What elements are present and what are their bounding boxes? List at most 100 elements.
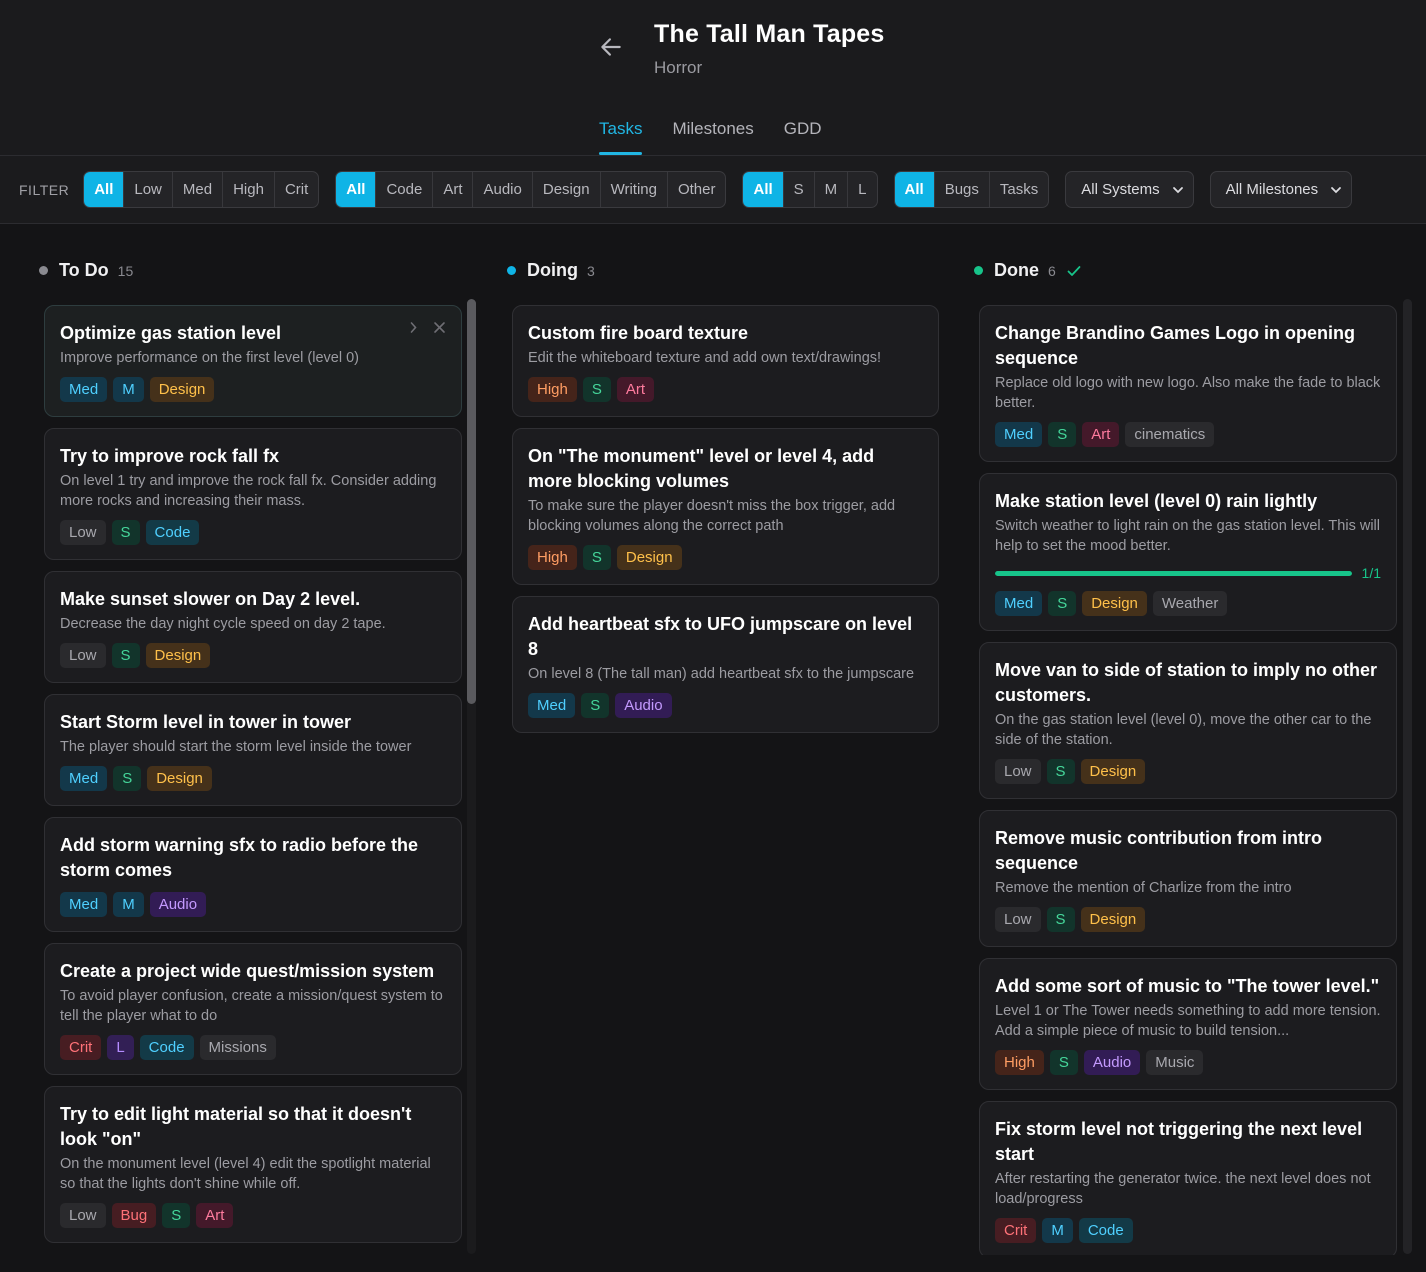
size-tag: S bbox=[162, 1203, 191, 1228]
discipline-code[interactable]: Code bbox=[375, 172, 432, 207]
task-card[interactable]: Try to edit light material so that it do… bbox=[44, 1086, 462, 1243]
header: The Tall Man Tapes Horror Tasks Mileston… bbox=[0, 0, 1426, 155]
discipline-tag: Audio bbox=[1083, 1050, 1141, 1075]
task-card[interactable]: Start Storm level in tower in tower The p… bbox=[44, 694, 462, 806]
delete-card-button[interactable] bbox=[433, 321, 446, 334]
priority-crit[interactable]: Crit bbox=[273, 172, 318, 207]
task-title: Add storm warning sfx to radio before th… bbox=[60, 835, 419, 880]
column-doing: Custom fire board texture Edit the whiteb… bbox=[512, 305, 939, 1255]
task-card[interactable]: Change Brandino Games Logo in opening se… bbox=[979, 305, 1397, 462]
size-s[interactable]: S bbox=[782, 172, 814, 207]
check-icon bbox=[1067, 265, 1081, 276]
task-card[interactable]: Try to improve rock fall fx On level 1 tr… bbox=[44, 428, 462, 560]
task-title: Optimize gas station level bbox=[60, 323, 282, 343]
tab-tasks[interactable]: Tasks bbox=[599, 119, 643, 155]
progress-bar bbox=[995, 570, 1352, 576]
size-tag: S bbox=[113, 766, 142, 791]
label-tag: cinematics bbox=[1125, 422, 1215, 447]
chevron-down-icon bbox=[1331, 186, 1342, 193]
task-description: Decrease the day night cycle speed on da… bbox=[60, 616, 386, 632]
discipline-writing[interactable]: Writing bbox=[599, 172, 667, 207]
task-card[interactable]: Optimize gas station level Improve perfor… bbox=[44, 305, 462, 417]
tab-gdd[interactable]: GDD bbox=[784, 119, 822, 153]
priority-tag: Low bbox=[995, 907, 1041, 932]
discipline-tag: Art bbox=[1082, 422, 1120, 447]
discipline-art[interactable]: Art bbox=[432, 172, 472, 207]
column-header-done: Done 6 bbox=[974, 260, 1082, 281]
task-card[interactable]: Fix storm level not triggering the next … bbox=[979, 1101, 1397, 1255]
task-card[interactable]: Add storm warning sfx to radio before th… bbox=[44, 817, 462, 932]
task-description: Replace old logo with new logo. Also mak… bbox=[995, 375, 1381, 411]
priority-all[interactable]: All bbox=[84, 172, 124, 207]
priority-tag: Med bbox=[995, 422, 1043, 447]
task-card[interactable]: Move van to side of station to imply no … bbox=[979, 642, 1397, 799]
discipline-other[interactable]: Other bbox=[666, 172, 726, 207]
scrollbar-thumb[interactable] bbox=[467, 299, 476, 704]
size-tag: M bbox=[113, 377, 144, 402]
column-count: 6 bbox=[1048, 262, 1056, 279]
column-title: Done bbox=[994, 260, 1039, 280]
priority-tag: Low bbox=[60, 643, 106, 668]
size-l[interactable]: L bbox=[847, 172, 876, 207]
task-title: Add heartbeat sfx to UFO jumpscare on le… bbox=[528, 614, 913, 659]
systems-select[interactable]: All Systems bbox=[1065, 171, 1194, 208]
milestones-select[interactable]: All Milestones bbox=[1209, 171, 1353, 208]
discipline-design[interactable]: Design bbox=[531, 172, 600, 207]
type-bugs[interactable]: Bugs bbox=[933, 172, 989, 207]
discipline-tag: Audio bbox=[149, 892, 207, 917]
scrollbar-thumb[interactable] bbox=[1403, 299, 1412, 1254]
task-title: Make station level (level 0) rain lightl… bbox=[995, 491, 1318, 511]
discipline-tag: Design bbox=[145, 643, 211, 668]
task-card[interactable]: Make sunset slower on Day 2 level. Decrea… bbox=[44, 571, 462, 683]
priority-low[interactable]: Low bbox=[123, 172, 172, 207]
arrow-left-icon bbox=[601, 38, 621, 56]
discipline-tag: Design bbox=[1082, 591, 1147, 616]
scrollbar-done[interactable] bbox=[1403, 299, 1412, 1254]
task-card[interactable]: Custom fire board texture Edit the whiteb… bbox=[512, 305, 939, 417]
back-button[interactable] bbox=[598, 34, 626, 62]
task-card[interactable]: On "The monument" level or level 4, add … bbox=[512, 428, 939, 585]
size-all[interactable]: All bbox=[743, 172, 783, 207]
tag-list: High S Art bbox=[528, 377, 923, 402]
tag-list: Low S Code bbox=[60, 520, 446, 545]
tag-list: Med S Audio bbox=[528, 693, 923, 718]
tab-milestones[interactable]: Milestones bbox=[672, 119, 753, 153]
size-m[interactable]: M bbox=[813, 172, 848, 207]
priority-high[interactable]: High bbox=[222, 172, 274, 207]
size-tag: M bbox=[113, 892, 144, 917]
tag-list: Med M Design bbox=[60, 377, 446, 402]
task-title: Create a project wide quest/mission syst… bbox=[60, 961, 435, 981]
task-title: Make sunset slower on Day 2 level. bbox=[60, 589, 361, 609]
type-tasks[interactable]: Tasks bbox=[988, 172, 1048, 207]
progress-label: 1/1 bbox=[1361, 565, 1381, 581]
task-card[interactable]: Create a project wide quest/mission syst… bbox=[44, 943, 462, 1075]
scrollbar-todo[interactable] bbox=[467, 299, 476, 1254]
task-title: Custom fire board texture bbox=[528, 323, 749, 343]
task-card[interactable]: Make station level (level 0) rain lightl… bbox=[979, 473, 1397, 631]
priority-med[interactable]: Med bbox=[171, 172, 222, 207]
priority-tag: High bbox=[528, 545, 577, 570]
size-tag: S bbox=[582, 377, 611, 402]
task-card[interactable]: Add some sort of music to "The tower lev… bbox=[979, 958, 1397, 1090]
task-description: On the monument level (level 4) edit the… bbox=[60, 1156, 431, 1192]
size-tag: S bbox=[582, 545, 611, 570]
size-tag: L bbox=[107, 1035, 134, 1060]
size-tag: S bbox=[1046, 759, 1075, 784]
size-tag: M bbox=[1042, 1218, 1073, 1243]
move-right-button[interactable] bbox=[407, 321, 420, 334]
task-card[interactable]: Add heartbeat sfx to UFO jumpscare on le… bbox=[512, 596, 939, 733]
discipline-audio[interactable]: Audio bbox=[472, 172, 531, 207]
task-title: Start Storm level in tower in tower bbox=[60, 712, 352, 732]
tag-list: High S Audio Music bbox=[995, 1050, 1381, 1075]
priority-tag: Crit bbox=[60, 1035, 102, 1060]
type-all[interactable]: All bbox=[894, 172, 934, 207]
discipline-tag: Design bbox=[616, 545, 682, 570]
task-card[interactable]: Remove music contribution from intro seq… bbox=[979, 810, 1397, 947]
discipline-tag: Code bbox=[139, 1035, 194, 1060]
progress-fill bbox=[995, 570, 1352, 576]
status-dot bbox=[974, 266, 983, 275]
discipline-all[interactable]: All bbox=[336, 172, 376, 207]
tag-list: Low S Design bbox=[60, 643, 446, 668]
size-tag: S bbox=[581, 693, 610, 718]
discipline-tag: Design bbox=[1080, 907, 1146, 932]
